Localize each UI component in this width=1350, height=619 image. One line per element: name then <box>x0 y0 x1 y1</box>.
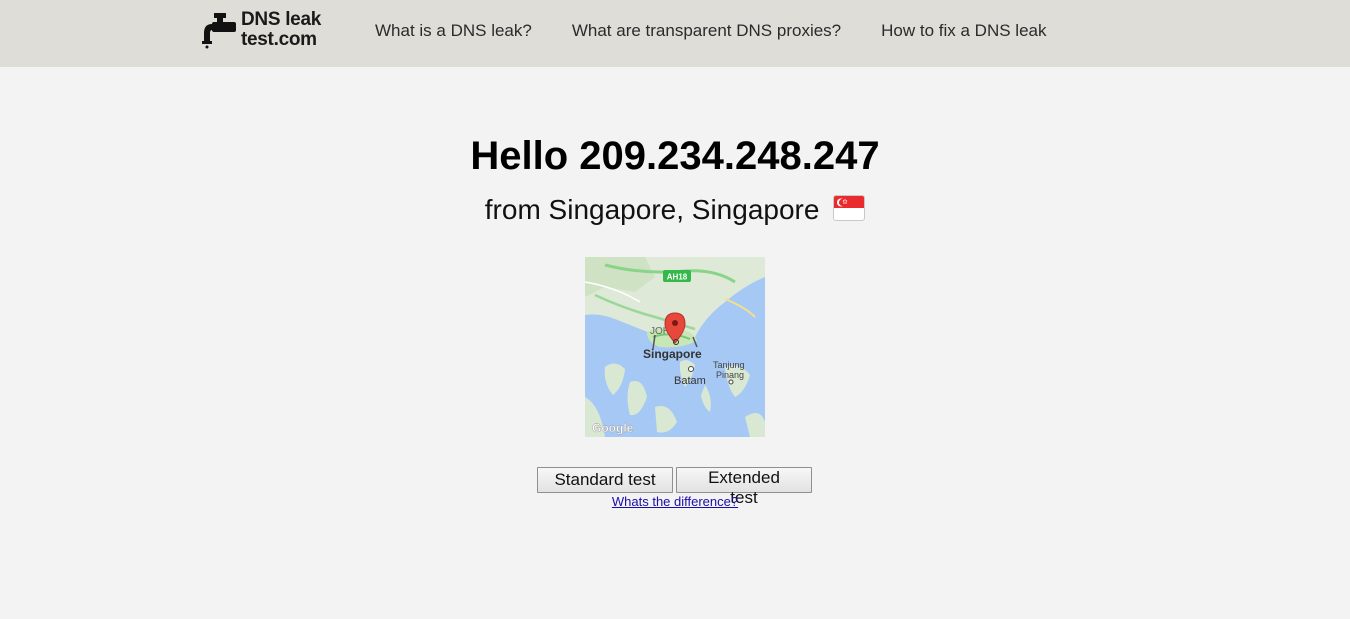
standard-test-button[interactable]: Standard test <box>537 467 673 493</box>
test-buttons: Standard test Extended test <box>537 467 815 507</box>
site-logo[interactable]: DNS leak test.com <box>200 10 335 52</box>
faucet-icon <box>202 13 236 49</box>
nav-what-is-dns-leak[interactable]: What is a DNS leak? <box>375 21 532 41</box>
greeting-heading: Hello 209.234.248.247 <box>470 134 880 178</box>
logo-line-2: test.com <box>241 29 317 50</box>
site-header: DNS leak test.com What is a DNS leak? Wh… <box>0 0 1350 67</box>
location-map[interactable]: AH18 JOH Singapore Batam Tanjung Pinang … <box>585 257 765 437</box>
map-city-label: Singapore <box>643 347 702 361</box>
map-batam-label: Batam <box>674 375 706 387</box>
difference-link-row: Whats the difference? <box>0 494 1350 509</box>
nav-transparent-dns-proxies[interactable]: What are transparent DNS proxies? <box>572 21 841 41</box>
logo-text: DNS leak test.com <box>241 10 321 50</box>
difference-link[interactable]: Whats the difference? <box>612 494 738 509</box>
map-attribution: Google <box>592 421 634 435</box>
main-nav: What is a DNS leak? What are transparent… <box>375 21 1086 41</box>
location-text: from Singapore, Singapore <box>484 194 820 225</box>
map-pinang-label: Pinang <box>716 370 744 380</box>
extended-test-button[interactable]: Extended test <box>676 467 812 507</box>
map-tanjung-label: Tanjung <box>713 360 745 370</box>
nav-how-to-fix[interactable]: How to fix a DNS leak <box>881 21 1046 41</box>
logo-line-1: DNS leak <box>241 9 321 30</box>
location-line: from Singapore, Singapore <box>0 194 1350 226</box>
map-highway-label: AH18 <box>667 273 688 282</box>
singapore-flag-icon <box>833 195 866 221</box>
